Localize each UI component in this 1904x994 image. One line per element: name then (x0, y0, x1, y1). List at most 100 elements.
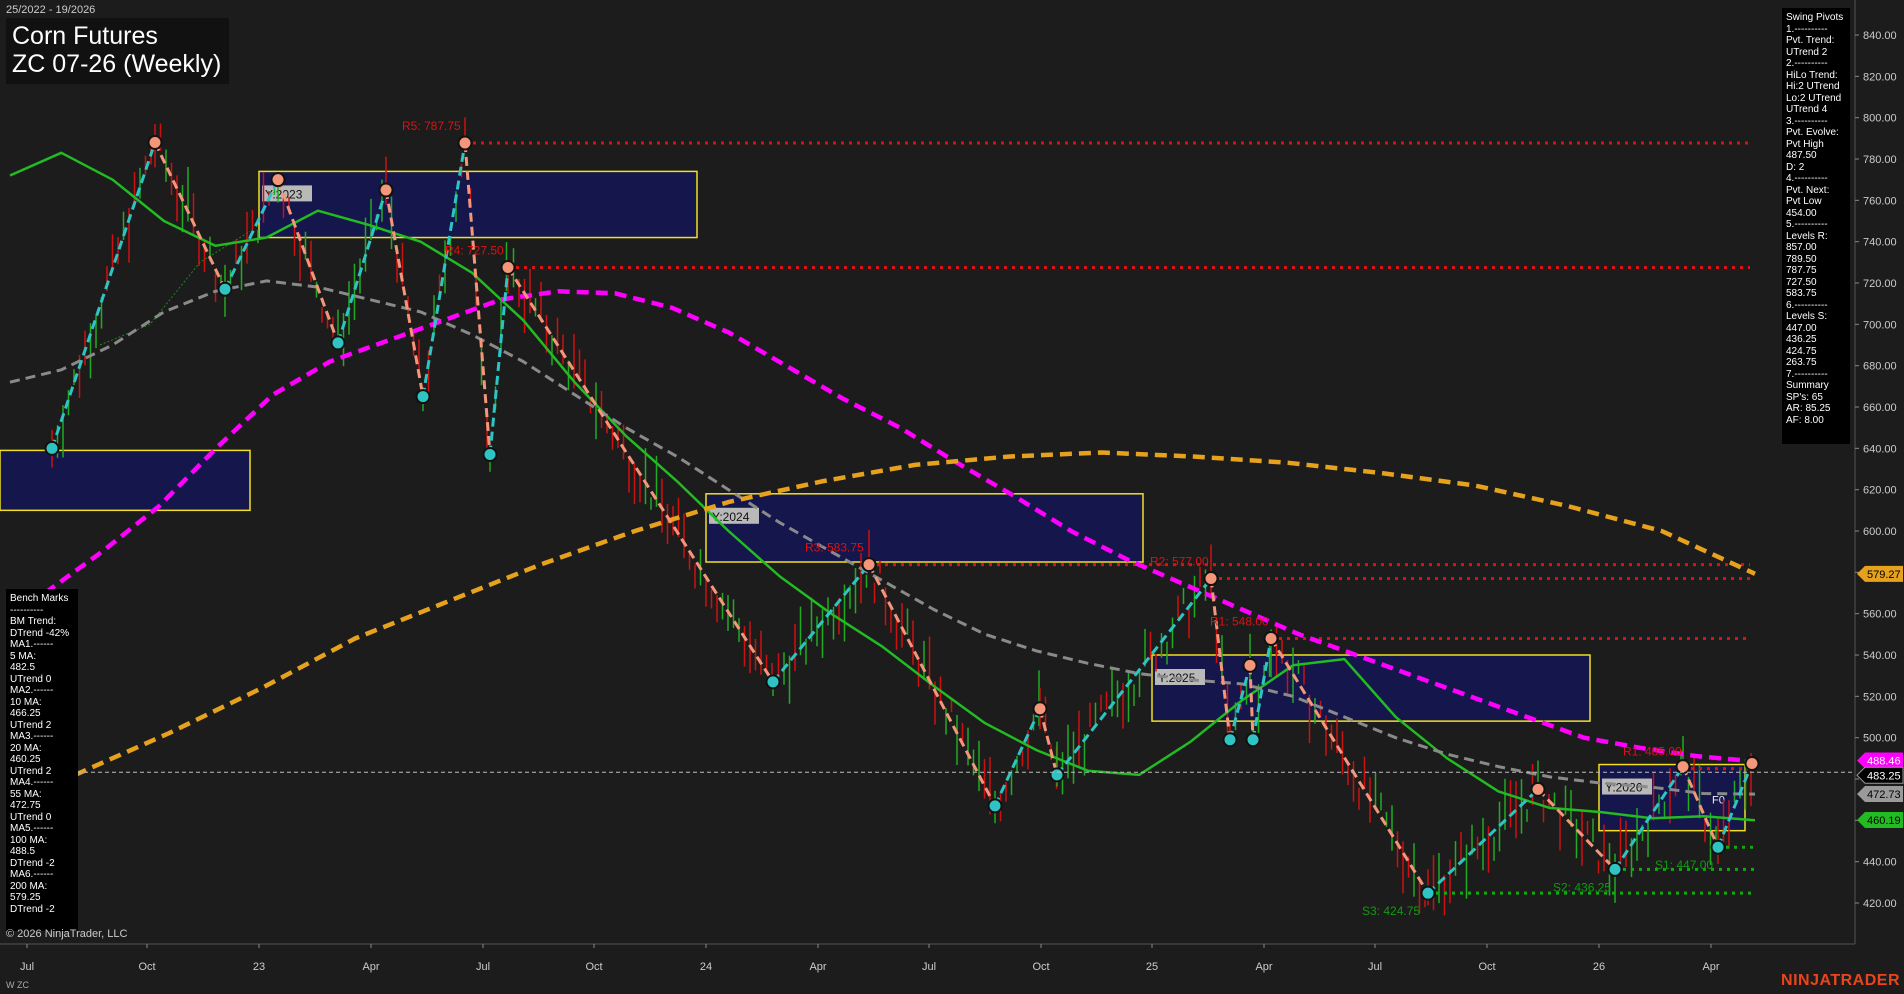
swing-low-marker (482, 447, 498, 463)
swing-high-marker (1203, 571, 1219, 587)
swing-pivots-line: Pvt. Trend: (1786, 35, 1835, 46)
bench-marks-line: DTrend -2 (10, 903, 55, 915)
y-tick-label: 540.00 (1863, 650, 1897, 662)
swing-pivots-line: D: 2 (1786, 161, 1805, 173)
contract-title: ZC 07-26 (Weekly) (12, 50, 222, 78)
swing-pivots-line: 487.50 (1786, 150, 1817, 161)
x-tick-label: 26 (1593, 961, 1605, 973)
y-tick-label: 820.00 (1863, 71, 1897, 83)
bench-marks-line: UTrend 2 (10, 719, 52, 731)
swing-pivots-line: Summary (1786, 380, 1829, 391)
swing-high-marker (500, 260, 516, 275)
swing-low-marker (415, 389, 431, 405)
resistance-label: R1: 485.00 (1623, 745, 1682, 759)
bench-marks-line: 5 MA: (10, 650, 37, 662)
resistance-label: R5: 787.75 (402, 119, 461, 133)
swing-pivots-line: HiLo Trend: (1786, 69, 1838, 81)
swing-pivots-panel: Swing Pivots 1.---------- Pvt. Trend: UTren… (1782, 8, 1850, 444)
x-tick-label: Apr (809, 961, 826, 973)
swing-high-marker (457, 135, 473, 151)
swing-pivots-line: 436.25 (1786, 334, 1817, 345)
swing-high-marker (1744, 756, 1760, 771)
x-tick-label: Oct (138, 961, 155, 973)
swing-pivots-line: Pvt High (1786, 138, 1824, 150)
swing-pivots-line: Pvt. Evolve: (1786, 127, 1839, 138)
y-tick-label: 640.00 (1863, 443, 1897, 455)
swing-pivots-line: 789.50 (1786, 253, 1817, 265)
bench-marks-line: MA3.------ (10, 731, 54, 742)
swing-low-marker (765, 674, 781, 690)
y-tick-label: 600.00 (1863, 526, 1897, 538)
bench-marks-line: DTrend -2 (10, 857, 55, 869)
y-tick-label: 500.00 (1863, 733, 1897, 745)
price-chart[interactable]: Y:2023Y:2024Y:2025Y:2026F0 R5: 787.75R4:… (0, 0, 1904, 994)
swing-pivots-line: 787.75 (1786, 265, 1817, 276)
x-tick-label: Oct (1478, 961, 1495, 973)
x-tick-label: 23 (253, 961, 265, 973)
swing-pivots-line: 263.75 (1786, 357, 1817, 368)
bench-marks-line: MA4.------ (10, 777, 54, 788)
swing-pivots-line: 6.---------- (1786, 299, 1828, 311)
resistance-label: R2: 577.00 (1150, 555, 1209, 569)
x-tick-label: Oct (585, 961, 602, 973)
swing-low-marker (1049, 767, 1065, 783)
bench-marks-line: 482.5 (10, 662, 36, 673)
price-badge-label: 472.73 (1867, 789, 1901, 801)
swing-pivots-line: 424.75 (1786, 345, 1817, 357)
bench-marks-line: 10 MA: (10, 696, 42, 708)
y-tick-label: 680.00 (1863, 361, 1897, 373)
bench-marks-line: 460.25 (10, 754, 41, 765)
x-tick-label: Apr (1702, 961, 1719, 973)
swing-pivots-line: Pvt Low (1786, 196, 1822, 207)
x-tick-label: Apr (1255, 961, 1272, 973)
yearly-box (0, 449, 251, 512)
swing-pivots-line: UTrend 4 (1786, 104, 1828, 115)
chart-title-box: Corn Futures ZC 07-26 (Weekly) (6, 18, 230, 84)
swing-pivots-line: AF: 8.00 (1786, 414, 1824, 426)
swing-pivots-line: 3.---------- (1786, 115, 1828, 127)
swing-high-marker (378, 182, 394, 198)
swing-low-marker (44, 440, 60, 456)
price-badge-label: 460.19 (1867, 815, 1901, 827)
bench-marks-line: DTrend -42% (10, 627, 70, 639)
copyright-text: © 2026 NinjaTrader, LLC (6, 928, 128, 940)
swing-pivots-line: Lo:2 UTrend (1786, 92, 1842, 104)
swing-low-marker (1222, 732, 1238, 748)
x-tick-label: Oct (1032, 961, 1049, 973)
swing-pivots-line: 1.---------- (1786, 23, 1828, 35)
swing-pivots-line: Hi:2 UTrend (1786, 81, 1840, 92)
swing-pivots-line: 5.---------- (1786, 219, 1828, 230)
bench-marks-line: UTrend 2 (10, 765, 52, 777)
swing-pivots-line: Swing Pivots (1786, 12, 1844, 23)
swing-pivots-line: 447.00 (1786, 322, 1817, 334)
bench-marks-line: ---------- (10, 604, 44, 616)
y-tick-label: 620.00 (1863, 485, 1897, 497)
y-tick-label: 740.00 (1863, 237, 1897, 249)
swing-pivots-line: 2.---------- (1786, 58, 1828, 69)
date-range: 25/2022 - 19/2026 (6, 4, 96, 16)
swing-low-marker (987, 798, 1003, 814)
bench-marks-line: MA6.------ (10, 869, 54, 880)
yearly-box (705, 493, 1144, 563)
y-tick-label: 560.00 (1863, 609, 1897, 621)
swing-low-marker (1607, 861, 1623, 877)
bench-marks-line: MA2.------ (10, 685, 54, 696)
support-label: S2: 436.25 (1553, 880, 1611, 894)
y-tick-label: 700.00 (1863, 319, 1897, 331)
bench-marks-line: Bench Marks (10, 593, 69, 604)
resistance-label: R4: 727.50 (445, 244, 504, 258)
support-label: S3: 424.75 (1362, 904, 1420, 918)
resistance-label: R3: 583.75 (805, 541, 864, 555)
bench-marks-line: 100 MA: (10, 834, 48, 846)
x-tick-label: Jul (1368, 961, 1382, 973)
swing-pivots-line: 7.---------- (1786, 368, 1828, 380)
y-tick-label: 420.00 (1863, 898, 1897, 910)
bench-marks-line: UTrend 0 (10, 673, 52, 685)
y-tick-label: 520.00 (1863, 691, 1897, 703)
yearly-box (258, 170, 698, 239)
swing-high-marker (1032, 701, 1048, 717)
bench-marks-line: MA5.------ (10, 823, 54, 834)
y-tick-label: 780.00 (1863, 154, 1897, 166)
price-badge-label: 483.25 (1867, 770, 1901, 782)
bench-marks-line: 55 MA: (10, 788, 42, 800)
